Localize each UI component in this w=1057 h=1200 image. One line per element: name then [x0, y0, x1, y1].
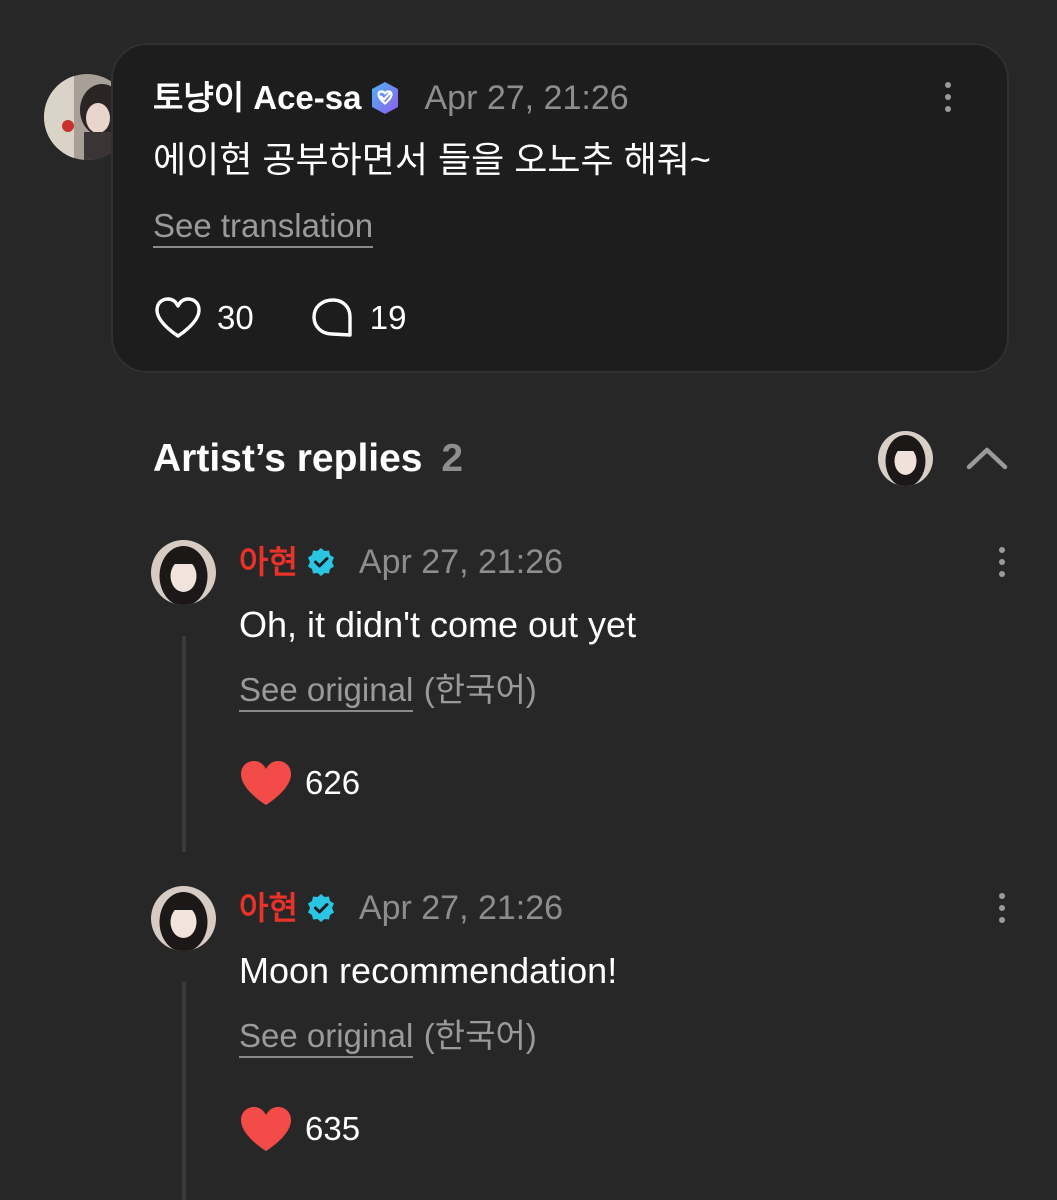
verified-badge-icon [306, 547, 336, 577]
post-actions: 30 19 [153, 296, 406, 340]
reply-author-avatar[interactable] [151, 540, 216, 605]
artist-avatar[interactable] [878, 431, 933, 486]
verified-badge-icon [306, 893, 336, 923]
reply-text: Moon recommendation! [239, 950, 618, 991]
reply-actions: 626 [239, 758, 360, 808]
reply-text: Oh, it didn't come out yet [239, 604, 637, 645]
reply-header: 아현 Apr 27, 21:26 [239, 542, 563, 582]
reply-like-count: 635 [305, 1110, 361, 1147]
original-language: (한국어) [423, 1017, 537, 1054]
heart-filled-icon[interactable] [239, 759, 293, 807]
reply-like-count: 626 [305, 764, 361, 801]
artist-replies-count: 2 [441, 437, 464, 480]
post-timestamp: Apr 27, 21:26 [424, 79, 629, 117]
post-author-name[interactable]: 토냥이 Ace-sa [153, 78, 361, 118]
heart-filled-icon[interactable] [239, 1105, 293, 1153]
artist-replies-title: Artist’s replies [153, 437, 423, 480]
thread-line [182, 636, 186, 852]
more-options-icon[interactable] [936, 77, 960, 117]
reply-author-avatar[interactable] [151, 886, 216, 951]
heart-outline-icon[interactable] [153, 296, 203, 340]
more-options-icon[interactable] [990, 888, 1014, 928]
reply-author-name[interactable]: 아현 [239, 542, 298, 582]
artist-replies-header: Artist’s replies 2 [153, 435, 463, 483]
collapse-chevron-icon[interactable] [965, 442, 1009, 472]
reply-header: 아현 Apr 27, 21:26 [239, 888, 563, 928]
comment-icon[interactable] [310, 296, 356, 340]
reply-actions: 635 [239, 1104, 360, 1154]
thread-line [182, 982, 186, 1200]
translation-row: See translation [153, 206, 374, 248]
reply-translation-row: See original (한국어) [239, 1016, 537, 1058]
reply-author-name[interactable]: 아현 [239, 888, 298, 928]
reply-translation-row: See original (한국어) [239, 670, 537, 712]
post-header: 토냥이 Ace-sa Apr 27, 21:26 [153, 78, 629, 118]
see-translation-link[interactable]: See translation [153, 207, 374, 248]
post-like-count: 30 [217, 299, 254, 336]
reply-timestamp: Apr 27, 21:26 [358, 889, 564, 927]
more-options-icon[interactable] [990, 542, 1014, 582]
post-comment-count: 19 [369, 299, 407, 336]
original-language: (한국어) [423, 671, 537, 708]
see-original-link[interactable]: See original [239, 671, 414, 712]
verified-badge-icon [368, 81, 402, 115]
post-text: 에이현 공부하면서 들을 오노추 해줘~ [153, 139, 711, 180]
see-original-link[interactable]: See original [239, 1017, 414, 1058]
reply-timestamp: Apr 27, 21:26 [358, 543, 564, 581]
